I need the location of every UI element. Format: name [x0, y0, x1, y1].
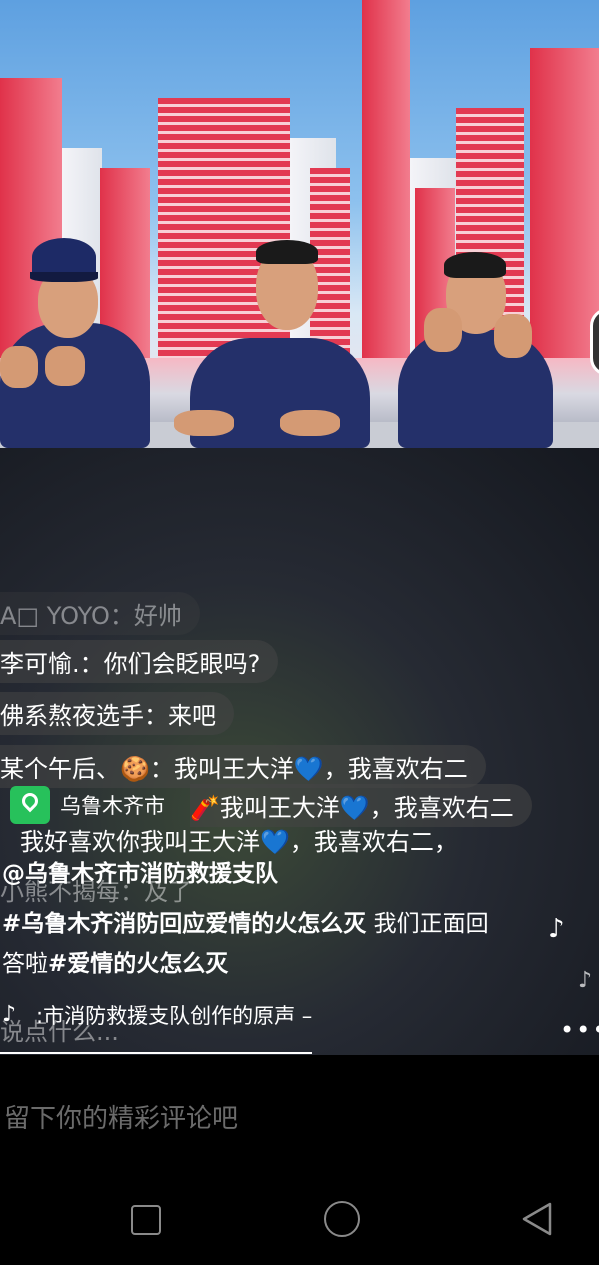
more-icon[interactable]: ••• — [560, 1016, 599, 1044]
hashtag-link[interactable]: #乌鲁木齐消防回应爱情的火怎么灭 — [2, 911, 366, 937]
location-label: 乌鲁木齐市 — [60, 794, 165, 818]
firefighter-right — [398, 248, 558, 448]
music-note-icon: ♪ — [578, 968, 593, 993]
author-name[interactable]: @乌鲁木齐市消防救援支队 — [2, 854, 278, 888]
comment-input[interactable]: 留下你的精彩评论吧 — [4, 1098, 238, 1135]
chat-message: 🧨我叫王大洋💙，我喜欢右二 — [190, 784, 532, 827]
video-progress-bar[interactable] — [0, 1052, 312, 1054]
home-icon[interactable] — [324, 1201, 360, 1237]
music-label: :市消防救援支队创作的原声 – — [36, 1004, 313, 1028]
hashtag-link[interactable]: #爱情的火怎么灭 — [48, 951, 228, 977]
location-tag[interactable]: 乌鲁木齐市 — [10, 786, 165, 824]
location-pin-icon — [10, 786, 50, 824]
chat-message: 某个午后、🍪：我叫王大洋💙，我喜欢右二 — [0, 745, 486, 788]
back-icon[interactable] — [520, 1202, 554, 1236]
tiktok-icon: ♪ — [2, 1002, 17, 1027]
chat-message: 我好喜欢你我叫王大洋💙，我喜欢右二， — [20, 828, 458, 856]
chat-message: A□ YOYO：好帅 — [0, 592, 200, 635]
chat-message: 李可愉.：你们会眨眼吗? — [0, 640, 279, 683]
recents-icon[interactable] — [131, 1205, 161, 1235]
music-bar[interactable]: ♪ :市消防救援支队创作的原声 – — [2, 1000, 312, 1030]
firefighter-left — [0, 228, 160, 448]
music-note-icon: ♪ — [548, 914, 565, 944]
video-caption: #乌鲁木齐消防回应爱情的火怎么灭 我们正面回答啦#爱情的火怎么灭 — [2, 911, 489, 977]
firefighter-middle — [170, 238, 370, 448]
creator-avatar[interactable] — [590, 308, 599, 376]
system-nav-bar — [0, 1180, 599, 1265]
chat-message: 佛系熬夜选手：来吧 — [0, 692, 234, 735]
video-frame[interactable] — [0, 0, 599, 448]
